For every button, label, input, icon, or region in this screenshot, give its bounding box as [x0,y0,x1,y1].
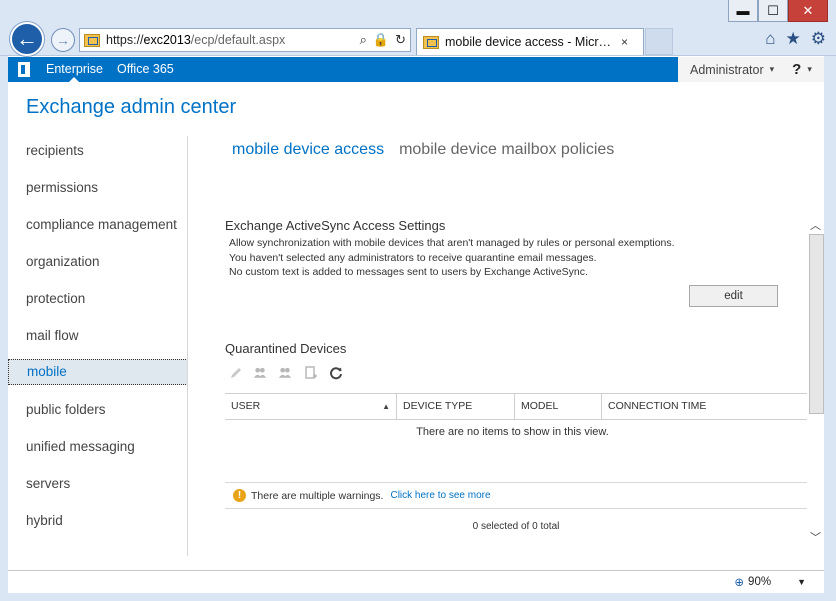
help-chevron-down-icon[interactable]: ▾ [807,64,812,75]
lock-icon[interactable]: 🔒 [373,32,389,48]
nav-item-organization[interactable]: organization [8,243,188,280]
nav-item-unified-messaging[interactable]: unified messaging [8,428,188,465]
column-connection-time[interactable]: CONNECTION TIME [602,394,807,419]
activesync-line-3: No custom text is added to messages sent… [229,266,588,278]
user-area: Administrator ▾ ? ▾ [678,57,824,82]
site-favicon-icon [84,33,100,47]
settings-gear-icon[interactable]: ⚙ [811,29,826,49]
edit-pencil-icon[interactable] [228,365,243,380]
activesync-line-1: Allow synchronization with mobile device… [229,237,675,249]
help-icon[interactable]: ? [792,61,801,78]
nav-item-permissions[interactable]: permissions [8,169,188,206]
zoom-magnifier-icon: ⊕ [734,577,745,589]
browser-tab[interactable]: mobile device access - Micr… × [416,28,644,55]
nav-item-mobile[interactable]: mobile [8,359,188,385]
sort-ascending-icon: ▲ [382,402,390,411]
tab-mobile-device-mailbox-policies[interactable]: mobile device mailbox policies [399,141,614,159]
address-tools: ⌕ 🔒 ↻ [360,32,406,48]
refresh-icon[interactable] [328,365,343,380]
column-device-type[interactable]: DEVICE TYPE [397,394,515,419]
favorites-star-icon[interactable]: ★ [786,29,801,49]
vertical-scrollbar[interactable] [809,234,824,414]
eac-top-bar: Enterprise Office 365 Administrator ▾ ? … [8,57,824,82]
minimize-button[interactable]: ▬ [728,0,758,22]
user-menu[interactable]: Administrator [690,63,764,77]
maximize-button[interactable]: ☐ [758,0,788,22]
allow-users-icon[interactable] [253,365,268,380]
column-user-label: USER [231,400,261,412]
address-bar[interactable]: https://exc2013/ecp/default.aspx ⌕ 🔒 ↻ [79,28,411,52]
office365-link[interactable]: Office 365 [117,57,174,82]
browser-toolbar-icons: ⌂ ★ ⚙ [765,29,826,49]
nav-item-public-folders[interactable]: public folders [8,391,188,428]
refresh-icon[interactable]: ↻ [395,32,406,48]
tab-title: mobile device access - Micr… [445,35,612,49]
left-nav: recipients permissions compliance manage… [8,132,188,539]
nav-item-compliance-management[interactable]: compliance management [8,206,188,243]
scroll-up-chevron-icon[interactable]: ︿ [810,217,821,233]
warning-bar: ! There are multiple warnings. Click her… [225,482,807,509]
status-bar: ⊕ 90% ▼ [8,570,824,593]
nav-item-protection[interactable]: protection [8,280,188,317]
home-icon[interactable]: ⌂ [765,29,775,49]
quarantine-toolbar [228,365,343,380]
window-controls: ▬ ☐ ✕ [728,0,828,22]
empty-grid-message: There are no items to show in this view. [416,426,609,438]
back-button[interactable]: ← [10,22,44,56]
app-title: Exchange admin center [26,96,237,118]
browser-chrome: ▬ ☐ ✕ ← → https://exc2013/ecp/default.as… [0,0,836,56]
block-users-icon[interactable] [278,365,293,380]
warning-text: There are multiple warnings. [251,489,384,502]
nav-item-recipients[interactable]: recipients [8,132,188,169]
back-arrow-icon: ← [16,26,38,51]
quarantine-grid-header: USER ▲ DEVICE TYPE MODEL CONNECTION TIME [225,393,807,420]
nav-item-hybrid[interactable]: hybrid [8,502,188,539]
address-host: exc2013 [143,33,191,47]
quarantined-devices-title: Quarantined Devices [225,341,347,356]
warning-icon: ! [233,489,246,502]
zoom-chevron-down-icon[interactable]: ▼ [797,577,806,587]
user-chevron-down-icon[interactable]: ▾ [770,64,775,75]
tab-close-icon[interactable]: × [621,35,628,49]
office-logo-icon[interactable] [14,61,34,79]
nav-item-servers[interactable]: servers [8,465,188,502]
nav-item-mail-flow[interactable]: mail flow [8,317,188,354]
address-prefix: https:// [106,33,144,47]
forward-arrow-icon: → [56,32,70,48]
address-path: /ecp/default.aspx [190,33,286,47]
sub-tabs: mobile device access mobile device mailb… [232,141,614,159]
device-details-icon[interactable] [303,365,318,380]
nav-divider [187,136,188,556]
new-tab-button[interactable] [645,28,673,55]
close-button[interactable]: ✕ [788,0,828,22]
selection-count: 0 selected of 0 total [472,521,560,532]
scroll-down-chevron-icon[interactable]: ﹀ [810,529,821,545]
tab-mobile-device-access[interactable]: mobile device access [232,141,384,159]
column-model[interactable]: MODEL [515,394,602,419]
activesync-line-2: You haven't selected any administrators … [229,251,597,264]
zoom-control[interactable]: ⊕ 90% ▼ [734,575,806,589]
enterprise-link[interactable]: Enterprise [46,57,103,82]
forward-button[interactable]: → [51,28,75,52]
column-user[interactable]: USER ▲ [225,394,397,419]
zoom-level: 90% [748,576,772,588]
activesync-settings-title: Exchange ActiveSync Access Settings [225,218,446,233]
tab-favicon-icon [423,35,439,49]
activesync-settings-text: Allow synchronization with mobile device… [229,236,675,280]
warning-details-link[interactable]: Click here to see more [390,490,490,501]
edit-button[interactable]: edit [689,285,778,307]
search-icon[interactable]: ⌕ [360,32,367,48]
